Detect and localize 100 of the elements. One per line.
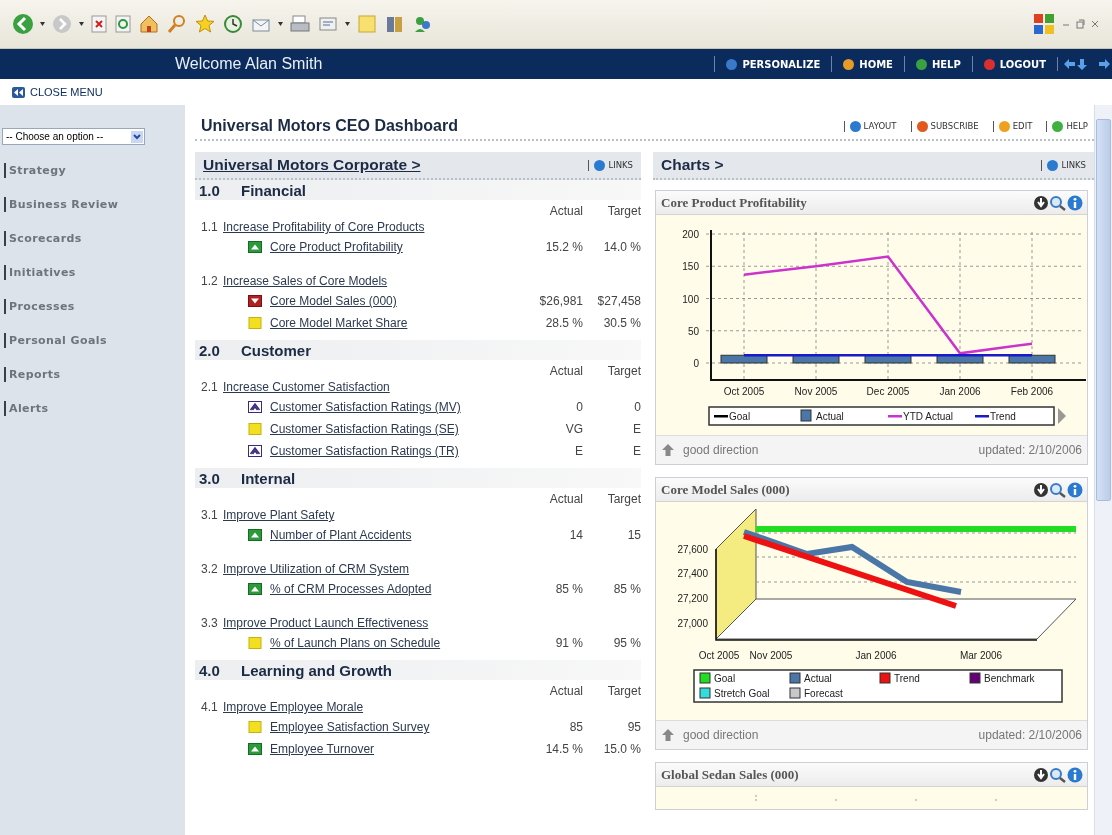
panel-title-link[interactable]: Charts > (661, 156, 724, 174)
panel-title-link[interactable]: Universal Motors Corporate > (203, 156, 421, 174)
actual-value: VG (564, 422, 583, 436)
sidebar-link[interactable]: Personal Goals (4, 333, 107, 348)
toolbar-link[interactable]: LAYOUT (843, 120, 897, 132)
direction-text: good direction (683, 728, 759, 742)
target-value: 95 (626, 720, 641, 734)
actual-value: $26,981 (538, 294, 583, 308)
sidebar-link[interactable]: Business Review (4, 197, 119, 212)
axis-tick-label: 50 (687, 325, 699, 337)
actual-value: 0 (575, 400, 583, 414)
measure-link[interactable]: Number of Plant Accidents (270, 528, 515, 542)
legend-label: Goal (714, 673, 736, 684)
measure-link[interactable]: Customer Satisfaction Ratings (TR) (270, 444, 515, 458)
dashboard-title: Universal Motors CEO Dashboard (201, 117, 458, 135)
section-title: Financial (241, 181, 307, 199)
measure-link[interactable]: Customer Satisfaction Ratings (MV) (270, 400, 515, 414)
axis-tick-label: 27,000 (677, 618, 708, 629)
target-value: 85 % (612, 582, 641, 596)
objective-link[interactable]: Improve Utilization of CRM System (223, 562, 410, 576)
actual-value: 15.2 % (544, 240, 583, 254)
measure-link[interactable]: Employee Satisfaction Survey (270, 720, 515, 734)
column-header: Target (606, 364, 641, 378)
links-link[interactable]: LINKS (588, 159, 633, 171)
objective-number: 1.2 (201, 274, 219, 288)
axis-tick-label: Feb 2006 (1010, 386, 1054, 397)
measure-link[interactable]: Customer Satisfaction Ratings (SE) (270, 422, 515, 436)
toolbar-link[interactable]: SUBSCRIBE (910, 120, 979, 132)
chart-title: Global Sedan Sales (000) (661, 766, 800, 783)
actual-value: 28.5 % (544, 316, 583, 330)
axis-tick-label: 27,600 (677, 544, 708, 555)
sidebar-link[interactable]: Strategy (4, 163, 66, 178)
section-number: 1.0 (199, 181, 221, 199)
axis-tick-label: Nov 2005 (794, 386, 838, 397)
updated-date: updated: 2/10/2006 (978, 443, 1082, 457)
sidebar-link[interactable]: Processes (4, 299, 75, 314)
axis-tick-label: 0 (693, 358, 699, 369)
legend-label: Stretch Goal (714, 688, 770, 699)
objective-link[interactable]: Increase Customer Satisfaction (223, 380, 390, 394)
objective-link[interactable]: Increase Profitability of Core Products (223, 220, 425, 234)
objective-link[interactable]: Improve Employee Morale (223, 700, 364, 714)
sidebar-link[interactable]: Initiatives (4, 265, 76, 280)
target-value: E (632, 422, 641, 436)
toolbar-link[interactable]: HELP (1046, 120, 1088, 132)
actual-value: 85 % (554, 582, 583, 596)
objective-number: 3.2 (201, 562, 219, 576)
close-menu-link[interactable]: CLOSE MENU (12, 86, 103, 98)
actual-value: 14 (568, 528, 583, 542)
objective-number: 2.1 (201, 380, 219, 394)
measure-link[interactable]: % of Launch Plans on Schedule (270, 636, 515, 650)
target-value: E (632, 444, 641, 458)
actual-value: E (574, 444, 583, 458)
objective-link[interactable]: Improve Plant Safety (223, 508, 335, 522)
objective-link[interactable]: Increase Sales of Core Models (223, 274, 388, 288)
axis-tick-label: Mar 2006 (959, 650, 1003, 661)
legend-label: Actual (804, 673, 832, 684)
axis-tick-label: 150 (682, 261, 699, 273)
nav-link[interactable]: HELP (903, 56, 972, 72)
section-number: 2.0 (199, 341, 221, 359)
toolbar-link[interactable]: EDIT (992, 120, 1033, 132)
objective-link[interactable]: Improve Product Launch Effectiveness (223, 616, 429, 630)
option-select[interactable]: -- Choose an option -- (2, 128, 145, 145)
links-link[interactable]: LINKS (1041, 159, 1086, 171)
measure-link[interactable]: Core Model Market Share (270, 316, 515, 330)
axis-tick-label: 27,400 (677, 568, 708, 579)
chart-title: Core Model Sales (000) (661, 481, 791, 498)
axis-tick-label: 100 (682, 293, 699, 305)
measure-link[interactable]: % of CRM Processes Adopted (270, 582, 515, 596)
legend-label: Forecast (804, 688, 843, 699)
axis-tick-label: 200 (682, 229, 699, 240)
measure-link[interactable]: Core Product Profitability (270, 240, 515, 254)
nav-link[interactable]: LOGOUT (971, 56, 1057, 72)
actual-value: 91 % (554, 636, 583, 650)
column-header: Target (606, 492, 641, 506)
axis-tick-label: 27,200 (677, 593, 708, 604)
column-header: Actual (548, 492, 583, 506)
actual-value: 85 (568, 720, 583, 734)
legend-label: Trend (990, 411, 1016, 422)
legend-label: Goal (729, 411, 751, 422)
axis-tick-label: Oct 2005 (698, 650, 740, 661)
welcome-text: Welcome Alan Smith (175, 55, 323, 73)
target-value: 14.0 % (602, 240, 641, 254)
measure-link[interactable]: Core Model Sales (000) (270, 294, 515, 308)
objective-number: 3.3 (201, 616, 219, 630)
sidebar-link[interactable]: Scorecards (4, 231, 82, 246)
nav-link[interactable]: HOME (831, 56, 904, 72)
sidebar-link[interactable]: Reports (4, 367, 61, 382)
measure-link[interactable]: Employee Turnover (270, 742, 515, 756)
axis-tick-label: Nov 2005 (749, 650, 793, 661)
column-header: Actual (548, 364, 583, 378)
section-number: 3.0 (199, 469, 221, 487)
target-value: 15 (626, 528, 641, 542)
objective-number: 4.1 (201, 700, 219, 714)
nav-link[interactable]: PERSONALIZE (714, 56, 832, 72)
section-number: 4.0 (199, 661, 221, 679)
legend-label: Actual (816, 411, 844, 422)
axis-tick-label: Jan 2006 (939, 386, 981, 397)
sidebar-link[interactable]: Alerts (4, 401, 49, 416)
section-title: Learning and Growth (241, 661, 392, 679)
target-value: 30.5 % (602, 316, 641, 330)
